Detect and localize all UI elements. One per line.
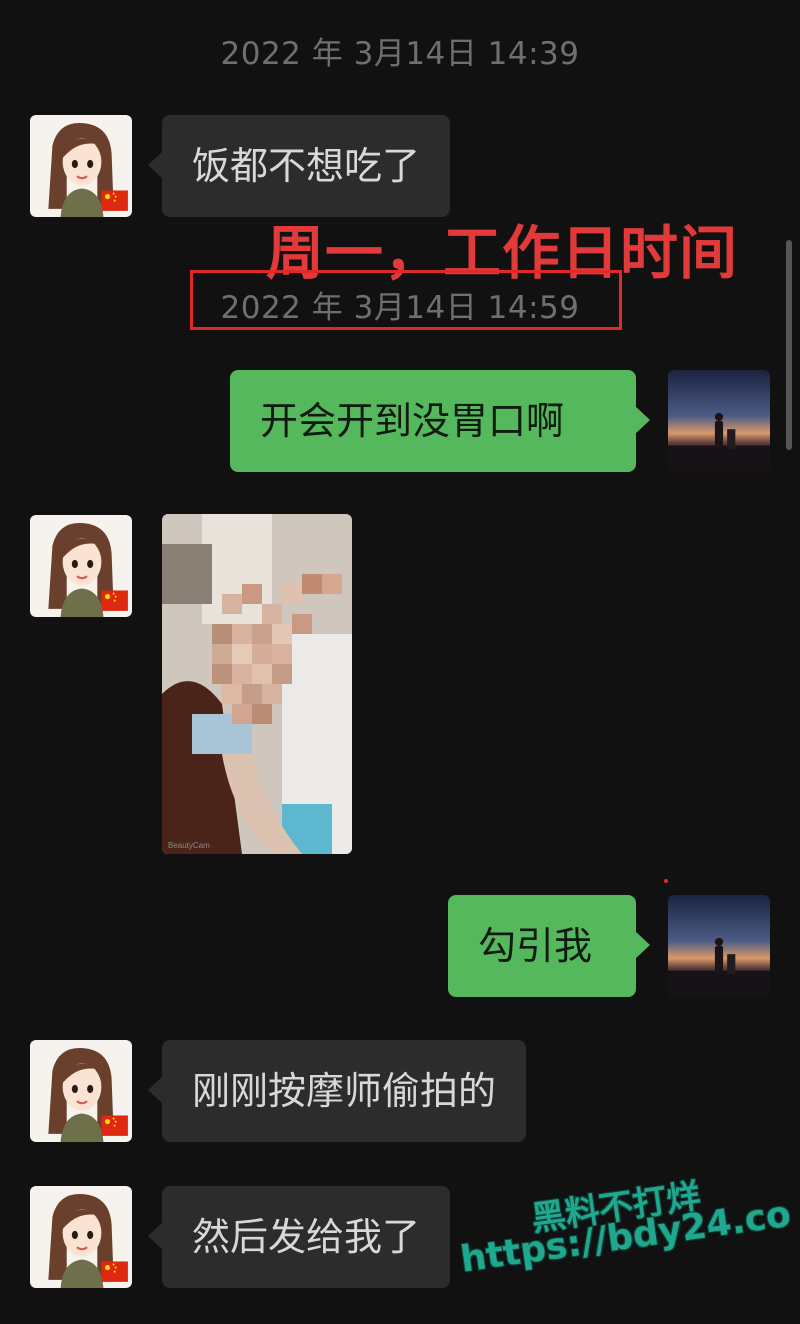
image-message-thumbnail[interactable]: BeautyCam	[162, 514, 352, 854]
censored-photo-image: BeautyCam	[162, 514, 352, 854]
self-avatar[interactable]	[668, 895, 770, 997]
sunset-silhouette-avatar-icon	[668, 370, 770, 472]
cartoon-woman-avatar-icon	[30, 1186, 132, 1288]
incoming-message-bubble[interactable]: 饭都不想吃了	[147, 115, 451, 217]
red-highlight-box	[190, 270, 622, 330]
cartoon-woman-avatar-icon	[30, 1040, 132, 1142]
outgoing-message-bubble[interactable]: 勾引我	[448, 895, 650, 997]
photo-caption: BeautyCam	[168, 841, 210, 850]
scrollbar[interactable]	[786, 240, 792, 450]
red-dot	[664, 879, 668, 883]
timestamp: 2022 年 3月14日 14:39	[220, 36, 580, 72]
chat-message-list[interactable]: 2022 年 3月14日 14:39 饭都不想吃了 周一，工作日时间 2022 …	[0, 0, 800, 1324]
cartoon-woman-avatar-icon	[30, 515, 132, 617]
self-avatar[interactable]	[668, 370, 770, 472]
incoming-message-bubble[interactable]: 然后发给我了	[147, 1186, 451, 1288]
contact-avatar[interactable]	[30, 1040, 132, 1142]
cartoon-woman-avatar-icon	[30, 115, 132, 217]
incoming-message-bubble[interactable]: 刚刚按摩师偷拍的	[147, 1040, 527, 1142]
contact-avatar[interactable]	[30, 515, 132, 617]
sunset-silhouette-avatar-icon	[668, 895, 770, 997]
outgoing-message-bubble[interactable]: 开会开到没胃口啊	[230, 370, 650, 472]
contact-avatar[interactable]	[30, 115, 132, 217]
contact-avatar[interactable]	[30, 1186, 132, 1288]
